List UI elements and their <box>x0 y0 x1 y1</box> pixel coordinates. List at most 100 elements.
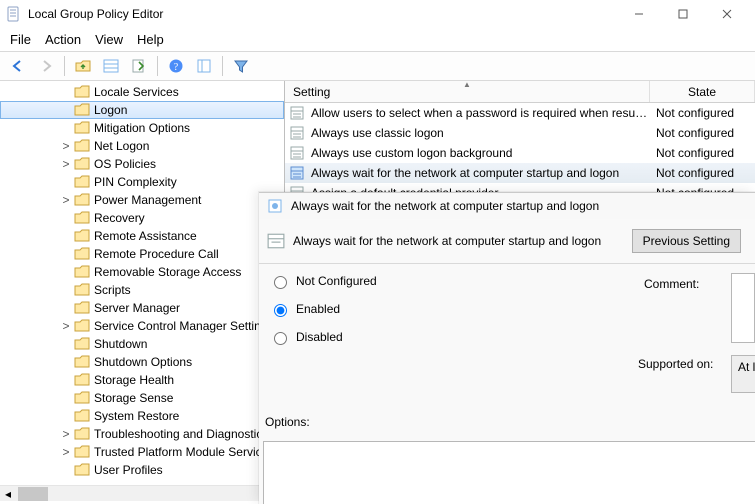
folder-icon <box>74 211 90 225</box>
previous-setting-button[interactable]: Previous Setting <box>632 229 741 253</box>
options-label: Options: <box>265 415 310 429</box>
tree-item-label: Service Control Manager Settings <box>94 319 273 333</box>
tree-item-label: Shutdown <box>94 337 147 351</box>
radio-disabled[interactable]: Disabled <box>269 329 377 345</box>
menubar: File Action View Help <box>0 28 755 51</box>
tree-item[interactable]: >Net Logon <box>0 137 284 155</box>
list-row[interactable]: Allow users to select when a password is… <box>285 103 755 123</box>
expand-icon[interactable]: > <box>60 427 72 441</box>
comment-textarea[interactable] <box>731 273 755 343</box>
menu-file[interactable]: File <box>10 32 31 47</box>
list-row[interactable]: Always use custom logon backgroundNot co… <box>285 143 755 163</box>
column-header-setting[interactable]: ▲ Setting <box>285 81 650 102</box>
tree-item-label: User Profiles <box>94 463 163 477</box>
toolbar-separator <box>222 56 223 76</box>
radio-input[interactable] <box>274 276 287 289</box>
folder-icon <box>74 283 90 297</box>
tree-item[interactable]: Recovery <box>0 209 284 227</box>
tree-item[interactable]: Storage Health <box>0 371 284 389</box>
tree-item[interactable]: >Troubleshooting and Diagnostics <box>0 425 284 443</box>
back-arrow-icon[interactable] <box>6 54 30 78</box>
menu-view[interactable]: View <box>95 32 123 47</box>
radio-not-configured[interactable]: Not Configured <box>269 273 377 289</box>
radio-input[interactable] <box>274 332 287 345</box>
list-row-state: Not configured <box>652 106 755 120</box>
scroll-thumb[interactable] <box>18 487 48 501</box>
tree-item[interactable]: Logon <box>0 101 284 119</box>
close-button[interactable] <box>705 1 749 27</box>
radio-label: Not Configured <box>296 274 377 288</box>
maximize-button[interactable] <box>661 1 705 27</box>
policy-item-icon <box>289 165 305 181</box>
tree-item[interactable]: Remote Procedure Call <box>0 245 284 263</box>
forward-arrow-icon[interactable] <box>34 54 58 78</box>
folder-icon <box>74 319 90 333</box>
supported-on-label: Supported on: <box>638 357 713 371</box>
expand-icon[interactable]: > <box>60 139 72 153</box>
tree-item-label: Remote Procedure Call <box>94 247 219 261</box>
sort-asc-icon: ▲ <box>463 80 471 89</box>
tree-item[interactable]: Mitigation Options <box>0 119 284 137</box>
tree-item[interactable]: User Profiles <box>0 461 284 479</box>
tree-item-label: Server Manager <box>94 301 180 315</box>
tree-item[interactable]: Shutdown Options <box>0 353 284 371</box>
tree-item[interactable]: Storage Sense <box>0 389 284 407</box>
folder-icon <box>74 103 90 117</box>
folder-icon <box>74 139 90 153</box>
tree-pane: Locale Services LogonMitigation Options>N… <box>0 81 285 501</box>
expand-icon[interactable]: > <box>60 193 72 207</box>
tree-item[interactable]: Scripts <box>0 281 284 299</box>
tree-item[interactable]: Server Manager <box>0 299 284 317</box>
options-panel <box>263 441 755 504</box>
export-icon[interactable] <box>127 54 151 78</box>
help-icon[interactable]: ? <box>164 54 188 78</box>
radio-label: Disabled <box>296 330 343 344</box>
tree-item[interactable]: Locale Services <box>0 83 284 101</box>
tree-item-label: Removable Storage Access <box>94 265 241 279</box>
list-row-state: Not configured <box>652 166 755 180</box>
expand-icon[interactable]: > <box>60 445 72 459</box>
minimize-button[interactable] <box>617 1 661 27</box>
tree-item[interactable]: >OS Policies <box>0 155 284 173</box>
svg-text:?: ? <box>174 62 179 73</box>
menu-action[interactable]: Action <box>45 32 81 47</box>
menu-help[interactable]: Help <box>137 32 164 47</box>
folder-icon <box>74 229 90 243</box>
tree-item[interactable]: >Trusted Platform Module Services <box>0 443 284 461</box>
dialog-title: Always wait for the network at computer … <box>291 199 599 213</box>
column-header-label: State <box>688 85 716 99</box>
list-icon[interactable] <box>99 54 123 78</box>
horizontal-scrollbar[interactable]: ◂ ▸ <box>0 485 284 501</box>
list-row-label: Always use custom logon background <box>311 146 652 160</box>
policy-dialog: Always wait for the network at computer … <box>259 192 755 504</box>
column-header-label: Setting <box>293 85 330 99</box>
properties-icon[interactable] <box>192 54 216 78</box>
expand-icon[interactable]: > <box>60 157 72 171</box>
tree-item-label: PIN Complexity <box>94 175 177 189</box>
tree-item[interactable]: PIN Complexity <box>0 173 284 191</box>
column-header-state[interactable]: State <box>650 81 755 102</box>
policy-dialog-icon <box>267 198 283 214</box>
policy-item-icon <box>289 105 305 121</box>
tree-item[interactable]: Removable Storage Access <box>0 263 284 281</box>
tree-item[interactable]: System Restore <box>0 407 284 425</box>
tree-item-label: Storage Health <box>94 373 174 387</box>
list-row[interactable]: Always use classic logonNot configured <box>285 123 755 143</box>
radio-enabled[interactable]: Enabled <box>269 301 377 317</box>
tree-item-label: Locale Services <box>94 85 179 99</box>
tree[interactable]: Locale Services LogonMitigation Options>N… <box>0 81 284 485</box>
list-row[interactable]: Always wait for the network at computer … <box>285 163 755 183</box>
filter-icon[interactable] <box>229 54 253 78</box>
tree-item-label: Recovery <box>94 211 145 225</box>
radio-label: Enabled <box>296 302 340 316</box>
supported-on-value: At least Windows Server 2003 operating s… <box>738 360 755 374</box>
tree-item[interactable]: > Service Control Manager Settings <box>0 317 284 335</box>
radio-input[interactable] <box>274 304 287 317</box>
settings-list[interactable]: Allow users to select when a password is… <box>285 103 755 203</box>
up-folder-icon[interactable] <box>71 54 95 78</box>
tree-item[interactable]: Shutdown <box>0 335 284 353</box>
expand-icon[interactable]: > <box>60 319 72 333</box>
tree-item[interactable]: Remote Assistance <box>0 227 284 245</box>
scroll-left-icon[interactable]: ◂ <box>0 486 16 502</box>
tree-item[interactable]: >Power Management <box>0 191 284 209</box>
